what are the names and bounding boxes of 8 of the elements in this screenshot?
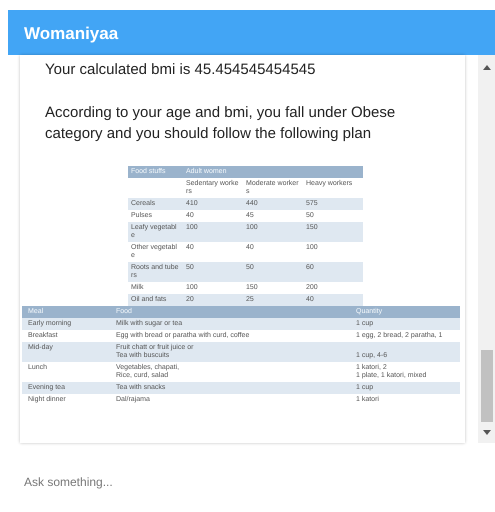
scroll-up-icon[interactable] (482, 65, 490, 70)
plan-text: According to your age and bmi, you fall under Obese category and you should follow the following plan (44, 103, 396, 144)
message-input[interactable]: Ask something... (0, 443, 495, 491)
scroll-down-icon[interactable] (482, 430, 490, 435)
app-title: Womaniyaa (8, 10, 495, 55)
scrollbar[interactable] (478, 55, 495, 443)
bmi-text: Your calculated bmi is 45.454545454545 (44, 60, 316, 80)
scrollbar-thumb[interactable] (480, 350, 492, 422)
